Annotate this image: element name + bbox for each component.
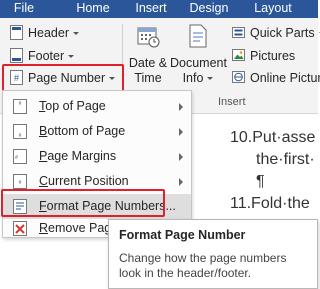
format-page-numbers-icon	[13, 199, 27, 214]
mnemonic-letter: C	[39, 174, 49, 188]
quick-parts-label: Quick Parts	[250, 26, 315, 40]
menu-item-label: Remove Pag	[39, 218, 111, 238]
svg-text:#: #	[14, 73, 19, 83]
document-info-label-2: Info	[170, 71, 226, 86]
footer-label: Footer	[28, 49, 65, 63]
document-info-button[interactable]: Document Info	[170, 22, 227, 92]
menu-item-top-of-page[interactable]: # Top of Page	[3, 94, 191, 119]
header-button[interactable]: Header	[10, 23, 79, 43]
page-number-icon: #	[10, 70, 23, 86]
tab-file[interactable]: File	[4, 0, 44, 18]
menu-item-label: Page Margins	[39, 144, 116, 169]
document-info-label-1: Document	[170, 56, 227, 70]
top-of-page-icon: #	[13, 99, 27, 114]
tab-insert[interactable]: Insert	[128, 0, 174, 18]
menu-item-text: age Margins	[47, 149, 117, 163]
chevron-down-icon	[73, 32, 79, 36]
calendar-icon	[137, 27, 160, 48]
chevron-down-icon	[207, 77, 214, 81]
document-info-label-2-text: Info	[182, 71, 204, 85]
menu-item-label: Bottom of Page	[39, 119, 125, 144]
footer-icon	[10, 48, 23, 64]
submenu-arrow-icon	[179, 153, 183, 161]
menu-item-page-margins[interactable]: # Page Margins	[3, 144, 191, 169]
ribbon-tab-bar: File Home Insert Design Layout	[0, 0, 318, 18]
header-icon	[10, 25, 23, 41]
menu-item-current-position[interactable]: # Current Position	[3, 169, 191, 194]
page-number-menu: # Top of Page # Bottom of Page # Page Ma…	[2, 90, 192, 238]
insert-group-label: Insert	[218, 96, 246, 108]
document-line: 11.Fold·the	[230, 195, 310, 212]
menu-item-text: ormat Page Numbers...	[46, 199, 176, 213]
tooltip: Format Page Number Change how the page n…	[108, 219, 318, 289]
page-margins-icon: #	[13, 149, 27, 164]
header-label: Header	[28, 26, 69, 40]
pictures-button[interactable]: Pictures	[232, 46, 295, 66]
menu-item-text: urrent Position	[48, 174, 129, 188]
quick-parts-button[interactable]: Quick Parts	[232, 23, 320, 43]
document-info-icon	[189, 24, 207, 48]
bottom-of-page-icon: #	[13, 124, 27, 139]
page-number-button[interactable]: # Page Number	[10, 68, 116, 88]
menu-item-label: Format Page Numbers...	[39, 194, 176, 219]
menu-item-bottom-of-page[interactable]: # Bottom of Page	[3, 119, 191, 144]
submenu-arrow-icon	[179, 103, 183, 111]
online-pictures-button[interactable]: Online Pictur	[232, 68, 320, 88]
submenu-arrow-icon	[179, 128, 183, 136]
tooltip-description-line: Change how the page numbers	[119, 251, 287, 265]
date-time-label-1: Date &	[128, 56, 168, 70]
chevron-down-icon	[109, 77, 116, 81]
submenu-arrow-icon	[179, 178, 183, 186]
tab-layout[interactable]: Layout	[248, 0, 298, 18]
date-time-label-2: Time	[134, 71, 162, 85]
svg-text:#: #	[19, 101, 22, 107]
pictures-label: Pictures	[250, 49, 296, 63]
menu-item-text: op of Page	[45, 99, 106, 113]
svg-text:#: #	[19, 180, 22, 186]
remove-icon	[13, 221, 27, 236]
page-number-label: Page Number	[28, 71, 106, 85]
picture-icon	[232, 49, 245, 62]
menu-item-format-page-numbers[interactable]: Format Page Numbers...	[3, 194, 191, 219]
tooltip-description-line: look in the header/footer.	[119, 266, 252, 280]
document-line: the·first·	[256, 151, 315, 168]
mnemonic-letter: R	[39, 221, 49, 235]
online-picture-icon	[232, 71, 245, 84]
mnemonic-letter: F	[39, 199, 47, 213]
date-time-button[interactable]: Date & Time	[128, 22, 168, 92]
menu-item-label: Top of Page	[39, 94, 106, 119]
document-line: 10.Put·asse	[230, 129, 316, 146]
footer-button[interactable]: Footer	[10, 46, 75, 66]
tab-design[interactable]: Design	[186, 0, 232, 18]
svg-text:#: #	[19, 133, 22, 139]
menu-item-label: Current Position	[39, 169, 129, 194]
document-line: ¶	[256, 173, 265, 190]
current-position-icon: #	[13, 174, 27, 189]
menu-item-text: ottom of Page	[47, 124, 126, 138]
online-pictures-label: Online Pictur	[250, 71, 320, 85]
quick-parts-icon	[232, 27, 245, 39]
svg-text:#: #	[15, 155, 18, 161]
tab-home[interactable]: Home	[70, 0, 116, 18]
tooltip-title: Format Page Number	[119, 228, 246, 242]
menu-item-text: emove Pag	[48, 221, 112, 235]
chevron-down-icon	[68, 55, 75, 59]
